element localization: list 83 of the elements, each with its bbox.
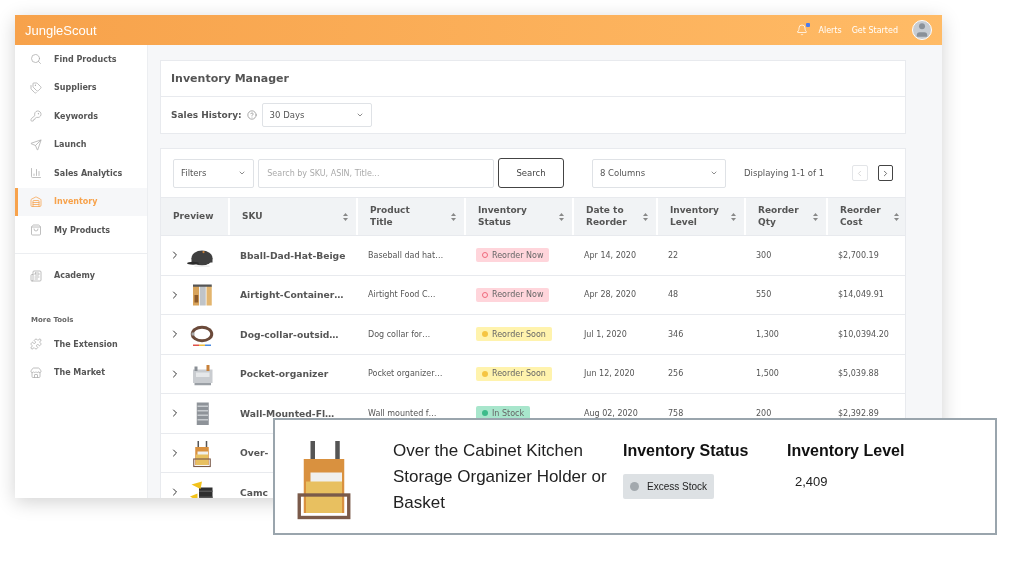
sku-cell-text: Dog-collar-outsid… — [239, 327, 340, 342]
search-button[interactable]: Search — [498, 158, 564, 188]
cost-cell-text: $10,0394.20 — [837, 328, 890, 341]
product-title: Over the Cabinet Kitchen Storage Organizer Holder or Basket — [393, 439, 608, 514]
sort-icon[interactable] — [894, 211, 899, 222]
menu-item-icon — [30, 110, 42, 123]
date-cell-text: Aug 02, 2020 — [583, 407, 639, 420]
page-title: Inventory Manager — [161, 61, 905, 97]
caret-icon — [238, 169, 247, 177]
menu-item-icon — [30, 366, 42, 379]
bell-icon[interactable] — [796, 24, 809, 36]
menu-item-icon — [30, 81, 42, 94]
menu-item-icon — [30, 167, 42, 180]
search-field[interactable]: Search by SKU, ASIN, Title... — [258, 158, 495, 188]
columns-select[interactable]: 8 Columns — [592, 158, 727, 188]
status-badge: Reorder Soon — [476, 366, 552, 381]
caret-icon — [710, 169, 719, 177]
qty-cell-text: 300 — [755, 249, 773, 262]
title-cell-text: Pocket organizer… — [367, 368, 444, 381]
qty-cell-text: 1,500 — [755, 368, 780, 381]
sort-icon[interactable] — [731, 211, 736, 222]
level-cell-text: 22 — [667, 249, 680, 262]
date-cell-text: Jun 12, 2020 — [582, 368, 636, 381]
level-cell-text: 758 — [667, 407, 685, 420]
status-badge: Reorder Soon — [476, 327, 552, 342]
menu-item-icon — [30, 269, 42, 282]
sku-cell-text: Airtight-Container… — [239, 288, 345, 303]
cost-cell-text: $2,392.89 — [837, 407, 880, 420]
level-cell-text: 346 — [667, 328, 685, 341]
sales-history-label: Sales History: — [171, 110, 242, 120]
avatar-icon[interactable] — [912, 20, 932, 40]
title-cell-text: Wall mounted f… — [367, 407, 438, 420]
sku-cell-text: Pocket-organizer — [239, 367, 330, 382]
status-badge: Excess Stock — [623, 474, 715, 499]
menu-item-icon — [30, 224, 42, 237]
displaying-count: Displaying 1-1 of 1 — [744, 168, 825, 178]
status-badge: Reorder Now — [476, 248, 550, 263]
menu-item-icon — [30, 53, 42, 66]
cost-cell-text: $5,039.88 — [837, 368, 880, 381]
qty-cell-text: 1,300 — [755, 328, 780, 341]
status-heading: Inventory Status — [623, 442, 750, 460]
sku-cell-text: Bball-Dad-Hat-Beige — [239, 248, 347, 263]
sidebar-item[interactable]: Launch — [15, 130, 147, 159]
sort-icon[interactable] — [813, 211, 818, 222]
sort-icon[interactable] — [451, 211, 456, 222]
sales-history-select[interactable]: 30 Days — [261, 103, 372, 127]
next-page-button[interactable] — [877, 165, 893, 181]
help-icon[interactable] — [246, 110, 257, 120]
status-badge: Reorder Now — [476, 287, 550, 302]
level-cell-text: 48 — [667, 289, 680, 302]
date-cell-text: Apr 28, 2020 — [583, 289, 637, 302]
sidebar-item[interactable]: Suppliers — [15, 73, 147, 102]
menu-item-icon — [30, 195, 42, 208]
sort-icon[interactable] — [343, 211, 348, 222]
filters-select[interactable]: Filters — [173, 158, 255, 188]
sidebar-item[interactable]: My Products — [15, 216, 147, 245]
date-cell-text: Apr 14, 2020 — [583, 249, 637, 262]
sort-icon[interactable] — [559, 211, 564, 222]
menu-item-icon — [30, 338, 42, 351]
sidebar-item[interactable]: The Extension — [15, 330, 147, 359]
title-cell-text: Dog collar for… — [367, 328, 432, 341]
sidebar-item[interactable]: Keywords — [15, 102, 147, 131]
title-cell-text: Airtight Food C… — [367, 289, 437, 302]
level-heading: Inventory Level — [787, 442, 906, 460]
qty-cell-text: 550 — [755, 289, 773, 302]
level-cell-text: 256 — [667, 368, 685, 381]
date-cell-text: Jul 1, 2020 — [582, 328, 628, 341]
sku-cell-text: Wall-Mounted-Fl… — [239, 406, 336, 421]
sku-cell-text: Camc — [239, 485, 269, 498]
qty-cell-text: 200 — [755, 407, 773, 420]
title-cell-text: Baseball dad hat… — [367, 249, 445, 262]
cost-cell-text: $2,700.19 — [837, 249, 880, 262]
sidebar-item[interactable]: Find Products — [15, 45, 147, 74]
sidebar-item[interactable]: Academy — [15, 261, 147, 290]
column-header-cell[interactable]: Preview — [161, 198, 228, 235]
menu-item-icon — [30, 138, 42, 151]
sidebar-item[interactable]: Sales Analytics — [15, 159, 147, 188]
sort-icon[interactable] — [643, 211, 648, 222]
sku-cell-text: Over- — [239, 446, 270, 461]
cost-cell-text: $14,049.91 — [837, 289, 885, 302]
sidebar-item[interactable]: The Market — [15, 358, 147, 387]
caret-icon — [355, 111, 364, 119]
inventory-level-value: 2,409 — [794, 474, 829, 489]
